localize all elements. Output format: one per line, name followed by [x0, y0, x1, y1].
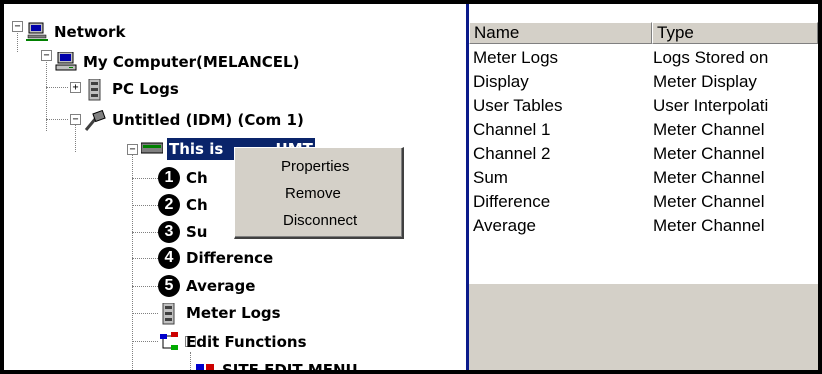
tree-node-channel-2[interactable]: 2 Ch — [158, 193, 210, 217]
tree-connector — [132, 286, 158, 287]
frame-border — [818, 0, 822, 374]
row-name: Display — [473, 72, 529, 91]
list-row[interactable]: Channel 2 Meter Channel — [469, 142, 818, 166]
collapse-toggle[interactable]: − — [70, 114, 81, 125]
column-header-type[interactable]: Type — [652, 22, 818, 44]
row-type: Logs Stored on — [653, 48, 769, 67]
list-pane: Name Type Meter Logs Logs Stored on Disp… — [469, 4, 818, 370]
row-name: Meter Logs — [473, 48, 559, 67]
tree-connector — [132, 258, 158, 259]
network-icon — [26, 22, 48, 42]
list-row[interactable]: Display Meter Display — [469, 70, 818, 94]
row-type: User Interpolati — [653, 96, 769, 115]
tree-node-label: SITE EDIT MENU — [222, 361, 358, 370]
row-type: Meter Channel — [653, 216, 765, 235]
menu-item-disconnect[interactable]: Disconnect — [235, 210, 402, 232]
menu-item-remove[interactable]: Remove — [235, 183, 402, 205]
row-name: User Tables — [473, 96, 563, 115]
tree-node-label: PC Logs — [112, 80, 179, 98]
tree-node-edit-functions[interactable]: Edit Functions — [158, 330, 309, 354]
list-row[interactable]: Channel 1 Meter Channel — [469, 118, 818, 142]
tree-node-sum[interactable]: 3 Su — [158, 220, 209, 244]
channel-number-icon: 5 — [158, 275, 180, 297]
collapse-toggle[interactable]: − — [41, 50, 52, 61]
row-type: Meter Channel — [653, 144, 765, 163]
tree-connector — [75, 122, 76, 152]
frame-border — [0, 370, 822, 374]
tree-node-average[interactable]: 5 Average — [158, 274, 257, 298]
tree-pane: − − + − − − Network My Computer(MELANCEL… — [4, 4, 462, 370]
frame-border — [0, 0, 822, 4]
tree-node-label: Network — [54, 23, 126, 41]
list-row[interactable]: Meter Logs Logs Stored on — [469, 46, 818, 70]
menu-item-properties[interactable]: Properties — [235, 156, 402, 178]
list-row[interactable]: Sum Meter Channel — [469, 166, 818, 190]
tree-node-my-computer[interactable]: My Computer(MELANCEL) — [55, 50, 301, 74]
function-icon — [194, 360, 216, 370]
row-name: Average — [473, 216, 537, 235]
frame-border — [0, 0, 4, 374]
collapse-toggle[interactable]: − — [12, 21, 23, 32]
tree-connector — [132, 205, 158, 206]
tree-node-meter-logs[interactable]: Meter Logs — [158, 301, 283, 325]
function-tree-icon — [158, 332, 180, 352]
list-row[interactable]: Difference Meter Channel — [469, 190, 818, 214]
log-device-icon — [158, 302, 180, 325]
tree-node-label: Su — [186, 223, 208, 241]
row-type: Meter Channel — [653, 192, 765, 211]
window-frame: − − + − − − Network My Computer(MELANCEL… — [0, 0, 822, 374]
tree-connector — [132, 150, 133, 370]
tree-node-difference[interactable]: 4 Difference — [158, 246, 275, 270]
channel-number-icon: 3 — [158, 221, 180, 243]
tree-node-pc-logs[interactable]: PC Logs — [84, 77, 181, 101]
tree-node-label: Ch — [186, 169, 208, 187]
channel-number-icon: 1 — [158, 167, 180, 189]
row-type: Meter Display — [653, 72, 757, 91]
tree-node-label: Difference — [186, 249, 274, 267]
tree-node-network[interactable]: Network — [26, 20, 127, 44]
row-type: Meter Channel — [653, 168, 765, 187]
context-menu: Properties Remove Disconnect — [234, 147, 404, 239]
tree-node-label: Ch — [186, 196, 208, 214]
tree-connector — [190, 352, 191, 370]
tree-node-label: Untitled (IDM) (Com 1) — [112, 111, 304, 129]
tree-node-site-edit-menu[interactable]: SITE EDIT MENU — [194, 358, 360, 370]
tree-node-label: My Computer(MELANCEL) — [83, 53, 300, 71]
meter-icon — [140, 139, 164, 159]
computer-icon — [55, 51, 77, 72]
channel-number-icon: 2 — [158, 194, 180, 216]
tree-node-channel-1[interactable]: 1 Ch — [158, 166, 210, 190]
tree-connector — [132, 341, 158, 342]
column-header-name[interactable]: Name — [469, 22, 652, 44]
channel-number-icon: 4 — [158, 247, 180, 269]
collapse-toggle[interactable]: − — [127, 144, 138, 155]
row-name: Channel 1 — [473, 120, 551, 139]
tree-connector — [132, 313, 158, 314]
tree-connector — [132, 178, 158, 179]
tree-node-label: Average — [186, 277, 256, 295]
expand-toggle[interactable]: + — [70, 82, 81, 93]
tree-node-label: Edit Functions — [186, 333, 307, 351]
row-name: Sum — [473, 168, 508, 187]
log-device-icon — [84, 78, 106, 101]
cable-icon — [84, 109, 106, 131]
row-name: Channel 2 — [473, 144, 551, 163]
tree-node-untitled[interactable]: Untitled (IDM) (Com 1) — [84, 108, 306, 132]
list-row[interactable]: Average Meter Channel — [469, 214, 818, 238]
list-row[interactable]: User Tables User Interpolati — [469, 94, 818, 118]
tree-connector — [132, 232, 158, 233]
tree-connector — [46, 87, 68, 88]
row-type: Meter Channel — [653, 120, 765, 139]
tree-connector — [46, 119, 68, 120]
row-name: Difference — [473, 192, 551, 211]
tree-node-label: Meter Logs — [186, 304, 281, 322]
